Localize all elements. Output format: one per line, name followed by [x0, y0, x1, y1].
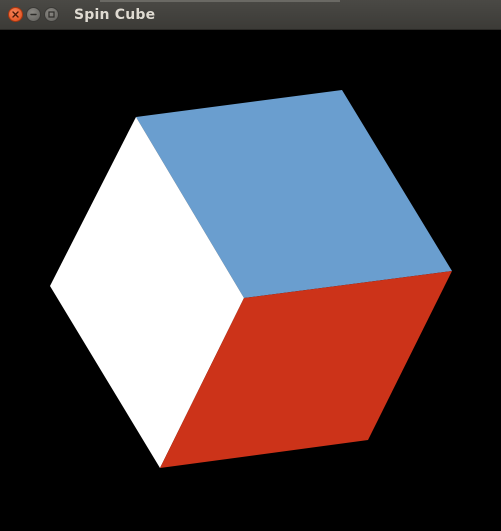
maximize-icon	[48, 11, 55, 18]
maximize-button[interactable]	[44, 7, 59, 22]
minimize-icon	[30, 13, 37, 16]
close-button[interactable]	[8, 7, 23, 22]
cube-drawing	[50, 90, 452, 468]
window-title: Spin Cube	[74, 7, 156, 23]
background-window-edge	[100, 0, 340, 2]
title-bar[interactable]: Spin Cube	[0, 0, 501, 30]
cube-canvas[interactable]	[0, 30, 501, 531]
app-window: Spin Cube	[0, 0, 501, 531]
close-icon	[12, 11, 19, 18]
window-controls	[8, 7, 59, 22]
minimize-button[interactable]	[26, 7, 41, 22]
